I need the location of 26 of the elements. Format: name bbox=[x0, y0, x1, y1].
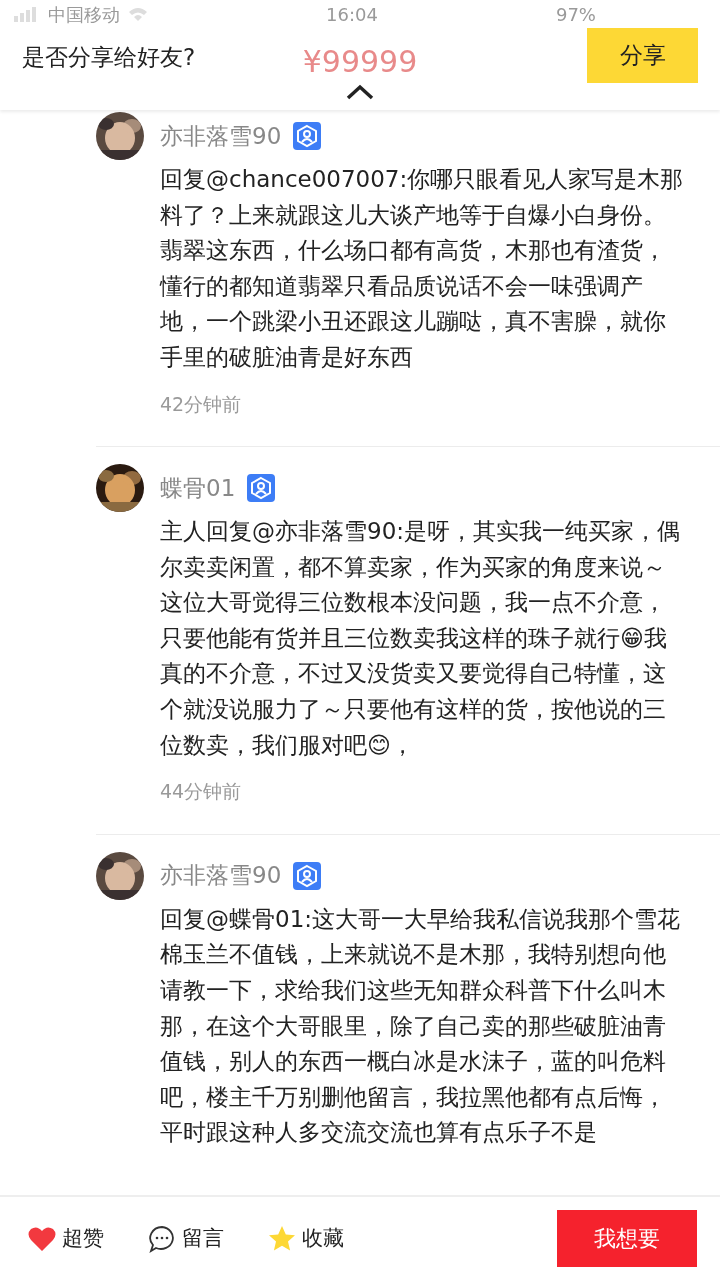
share-prompt: 是否分享给好友? bbox=[22, 43, 196, 72]
action-button[interactable]: 收藏 bbox=[268, 1222, 344, 1255]
author-name[interactable]: 亦非落雪90 bbox=[160, 118, 282, 154]
author-name[interactable]: 亦非落雪90 bbox=[160, 858, 282, 893]
verified-user-icon bbox=[247, 474, 276, 503]
action-button[interactable]: 超赞 bbox=[28, 1222, 104, 1255]
verified-user-icon bbox=[293, 861, 322, 890]
clock-time: 16:04 bbox=[326, 2, 378, 27]
comment-text: 回复@蝶骨01:这大哥一大早给我私信说我那个雪花棉玉兰不值钱，上来就说不是木那，我特别想向他请教一下，求给我们这些无知群众科普下什么叫木那，在这个大哥眼里，除了自己卖的那些破脏油青值钱，别人的东西一概白冰是水沫子，蓝的叫危料吧，楼主千万别删他留言，我拉黑他都有点后悔，平时跟这种人多交流交流也算有点乐子不是 bbox=[160, 904, 681, 1148]
chevron-up-icon[interactable] bbox=[345, 84, 375, 100]
heart-icon bbox=[28, 1225, 56, 1252]
comment-time: 42分钟前 bbox=[160, 391, 243, 417]
price-text: ¥99999 bbox=[302, 42, 418, 81]
wifi-icon bbox=[128, 7, 148, 21]
carrier-name: 中国移动 bbox=[48, 2, 120, 27]
comment-text: 主人回复@亦非落雪90:是呀，其实我一纯买家，偶尔卖卖闲置，都不算卖家，作为买家的角度来说～这位大哥觉得三位数根本没问题，我一点不介意，只要他能有货并且三位数卖我这样的珠子就行😁我真的不介意，不过又没货卖又要觉得自己特懂，这个就没说服力了～只要他有这样的货，按他说的三位数卖，我们服对吧😊， bbox=[160, 517, 681, 760]
star-icon bbox=[268, 1225, 296, 1252]
battery-percent: 97% bbox=[555, 2, 596, 27]
buy-button[interactable]: 我想要 bbox=[557, 1210, 697, 1267]
share-button[interactable]: 分享 bbox=[587, 28, 698, 83]
comment-time: 44分钟前 bbox=[160, 779, 243, 805]
chat-bubble-icon bbox=[148, 1224, 176, 1253]
verified-user-icon bbox=[293, 122, 322, 150]
action-button[interactable]: 留言 bbox=[148, 1222, 224, 1255]
comment-text: 回复@chance007007:你哪只眼看见人家写是木那料了？上来就跟这儿大谈产地等于自爆小白身份。翡翠这东西，什么场口都有高货，木那也有渣货，懂行的都知道翡翠只看品质说话不会一味强调产地，一个跳梁小丑还跟这儿蹦哒，真不害臊，就你手里的破脏油青是好东西 bbox=[160, 165, 684, 372]
author-name[interactable]: 蝶骨01 bbox=[160, 470, 236, 506]
